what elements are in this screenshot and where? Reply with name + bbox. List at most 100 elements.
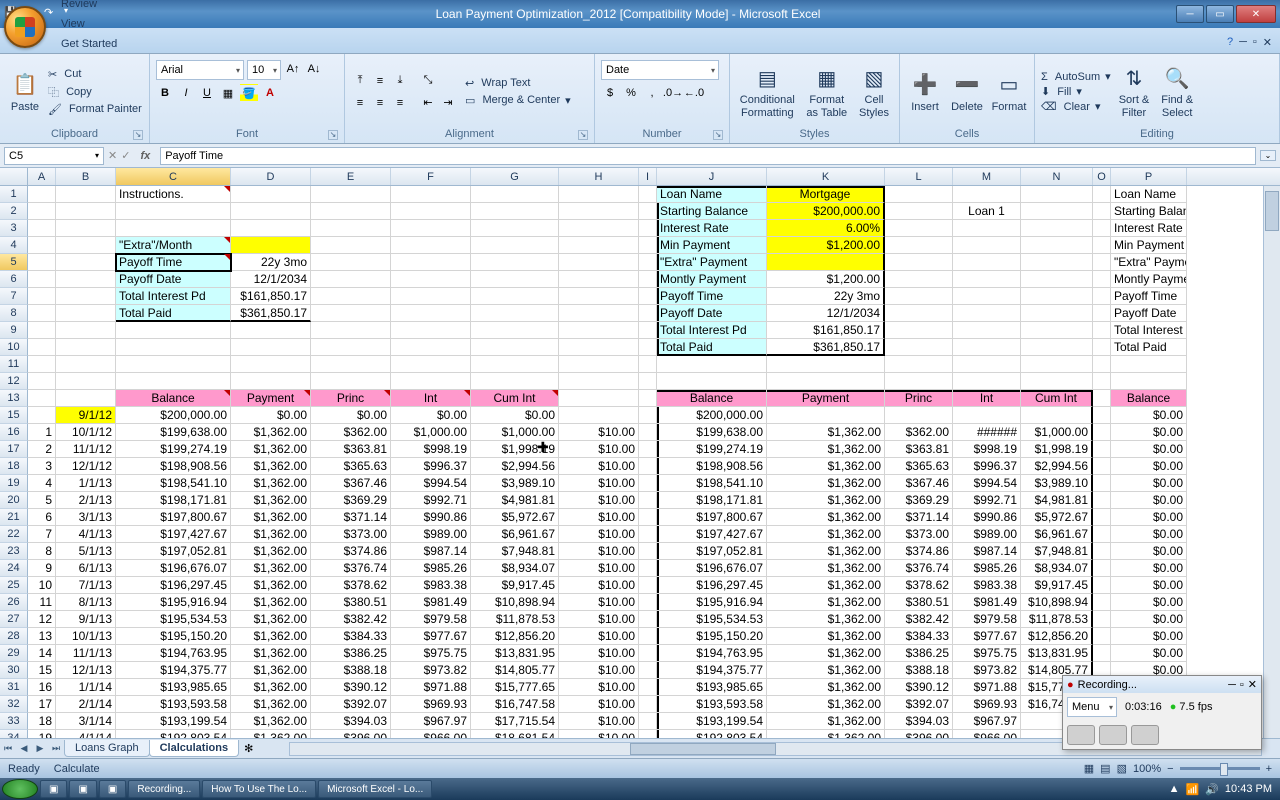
- cell-E19[interactable]: $367.46: [311, 475, 391, 492]
- cell-F29[interactable]: $975.75: [391, 645, 471, 662]
- formula-input[interactable]: Payoff Time: [160, 147, 1256, 165]
- cell-G28[interactable]: $12,856.20: [471, 628, 559, 645]
- cell-I25[interactable]: [639, 577, 657, 594]
- cell-M26[interactable]: $981.49: [953, 594, 1021, 611]
- cell-M9[interactable]: [953, 322, 1021, 339]
- cell-K28[interactable]: $1,362.00: [767, 628, 885, 645]
- cell-J11[interactable]: [657, 356, 767, 373]
- row-header[interactable]: 28: [0, 628, 28, 645]
- cell-M18[interactable]: $996.37: [953, 458, 1021, 475]
- cell-I32[interactable]: [639, 696, 657, 713]
- cell-D19[interactable]: $1,362.00: [231, 475, 311, 492]
- cell-K1[interactable]: Mortgage: [767, 186, 885, 203]
- cell-F34[interactable]: $966.00: [391, 730, 471, 738]
- cell-I18[interactable]: [639, 458, 657, 475]
- cell-H13[interactable]: [559, 390, 639, 407]
- cell-J9[interactable]: Total Interest Pd: [657, 322, 767, 339]
- cell-F4[interactable]: [391, 237, 471, 254]
- cell-L25[interactable]: $378.62: [885, 577, 953, 594]
- cell-G3[interactable]: [471, 220, 559, 237]
- cell-D6[interactable]: 12/1/2034: [231, 271, 311, 288]
- cell-I24[interactable]: [639, 560, 657, 577]
- row-header[interactable]: 4: [0, 237, 28, 254]
- cell-M28[interactable]: $977.67: [953, 628, 1021, 645]
- cell-P5[interactable]: "Extra" Payment: [1111, 254, 1187, 271]
- cell-I13[interactable]: [639, 390, 657, 407]
- row-header[interactable]: 5: [0, 254, 28, 271]
- row-header[interactable]: 30: [0, 662, 28, 679]
- row-header[interactable]: 9: [0, 322, 28, 339]
- cell-I2[interactable]: [639, 203, 657, 220]
- cell-H33[interactable]: $10.00: [559, 713, 639, 730]
- row-header[interactable]: 11: [0, 356, 28, 373]
- office-button[interactable]: [4, 6, 46, 48]
- cell-G24[interactable]: $8,934.07: [471, 560, 559, 577]
- cell-C25[interactable]: $196,297.45: [116, 577, 231, 594]
- cell-B13[interactable]: [56, 390, 116, 407]
- cell-J6[interactable]: Montly Payment: [657, 271, 767, 288]
- cell-P21[interactable]: $0.00: [1111, 509, 1187, 526]
- cell-O1[interactable]: [1093, 186, 1111, 203]
- taskbar-pin-1[interactable]: ▣: [40, 780, 67, 798]
- sheet-tab[interactable]: Clalculations: [149, 740, 239, 757]
- cell-F3[interactable]: [391, 220, 471, 237]
- row-header[interactable]: 23: [0, 543, 28, 560]
- cell-M32[interactable]: $969.93: [953, 696, 1021, 713]
- vertical-scrollbar[interactable]: [1263, 186, 1280, 738]
- cell-J7[interactable]: Payoff Time: [657, 288, 767, 305]
- cell-J5[interactable]: "Extra" Payment: [657, 254, 767, 271]
- cell-A23[interactable]: 8: [28, 543, 56, 560]
- cell-C28[interactable]: $195,150.20: [116, 628, 231, 645]
- cell-A7[interactable]: [28, 288, 56, 305]
- cell-L23[interactable]: $374.86: [885, 543, 953, 560]
- cell-G12[interactable]: [471, 373, 559, 390]
- cell-B16[interactable]: 10/1/12: [56, 424, 116, 441]
- cell-C24[interactable]: $196,676.07: [116, 560, 231, 577]
- cell-N21[interactable]: $5,972.67: [1021, 509, 1093, 526]
- cell-G31[interactable]: $15,777.65: [471, 679, 559, 696]
- widget-close-icon[interactable]: ✕: [1248, 678, 1257, 691]
- cell-C17[interactable]: $199,274.19: [116, 441, 231, 458]
- cell-L15[interactable]: [885, 407, 953, 424]
- cell-P24[interactable]: $0.00: [1111, 560, 1187, 577]
- cell-G34[interactable]: $18,681.54: [471, 730, 559, 738]
- cell-N13[interactable]: Cum Int: [1021, 390, 1093, 407]
- cell-D31[interactable]: $1,362.00: [231, 679, 311, 696]
- cell-F20[interactable]: $992.71: [391, 492, 471, 509]
- cell-L6[interactable]: [885, 271, 953, 288]
- cell-L16[interactable]: $362.00: [885, 424, 953, 441]
- cell-P7[interactable]: Payoff Time: [1111, 288, 1187, 305]
- cell-L32[interactable]: $392.07: [885, 696, 953, 713]
- cell-B19[interactable]: 1/1/13: [56, 475, 116, 492]
- select-all-corner[interactable]: [0, 168, 28, 185]
- cell-J24[interactable]: $196,676.07: [657, 560, 767, 577]
- cell-F26[interactable]: $981.49: [391, 594, 471, 611]
- row-header[interactable]: 8: [0, 305, 28, 322]
- cell-D23[interactable]: $1,362.00: [231, 543, 311, 560]
- cell-K16[interactable]: $1,362.00: [767, 424, 885, 441]
- cell-I16[interactable]: [639, 424, 657, 441]
- cell-O21[interactable]: [1093, 509, 1111, 526]
- row-header[interactable]: 12: [0, 373, 28, 390]
- cell-C9[interactable]: [116, 322, 231, 339]
- cell-G6[interactable]: [471, 271, 559, 288]
- prev-sheet-icon[interactable]: ◀: [16, 743, 32, 754]
- cell-K29[interactable]: $1,362.00: [767, 645, 885, 662]
- cell-K3[interactable]: 6.00%: [767, 220, 885, 237]
- close-workbook-icon[interactable]: ✕: [1263, 36, 1272, 49]
- cell-N27[interactable]: $11,878.53: [1021, 611, 1093, 628]
- view-break-icon[interactable]: ▧: [1117, 762, 1127, 775]
- cell-J3[interactable]: Interest Rate: [657, 220, 767, 237]
- cell-M8[interactable]: [953, 305, 1021, 322]
- col-header-C[interactable]: C: [116, 168, 231, 185]
- cell-K10[interactable]: $361,850.17: [767, 339, 885, 356]
- cell-P6[interactable]: Montly Payment: [1111, 271, 1187, 288]
- cell-D8[interactable]: $361,850.17: [231, 305, 311, 322]
- currency-icon[interactable]: $: [601, 84, 619, 102]
- cell-G18[interactable]: $2,994.56: [471, 458, 559, 475]
- cell-A2[interactable]: [28, 203, 56, 220]
- cell-F10[interactable]: [391, 339, 471, 356]
- cell-B21[interactable]: 3/1/13: [56, 509, 116, 526]
- cell-C4[interactable]: "Extra"/Month: [116, 237, 231, 254]
- cell-O7[interactable]: [1093, 288, 1111, 305]
